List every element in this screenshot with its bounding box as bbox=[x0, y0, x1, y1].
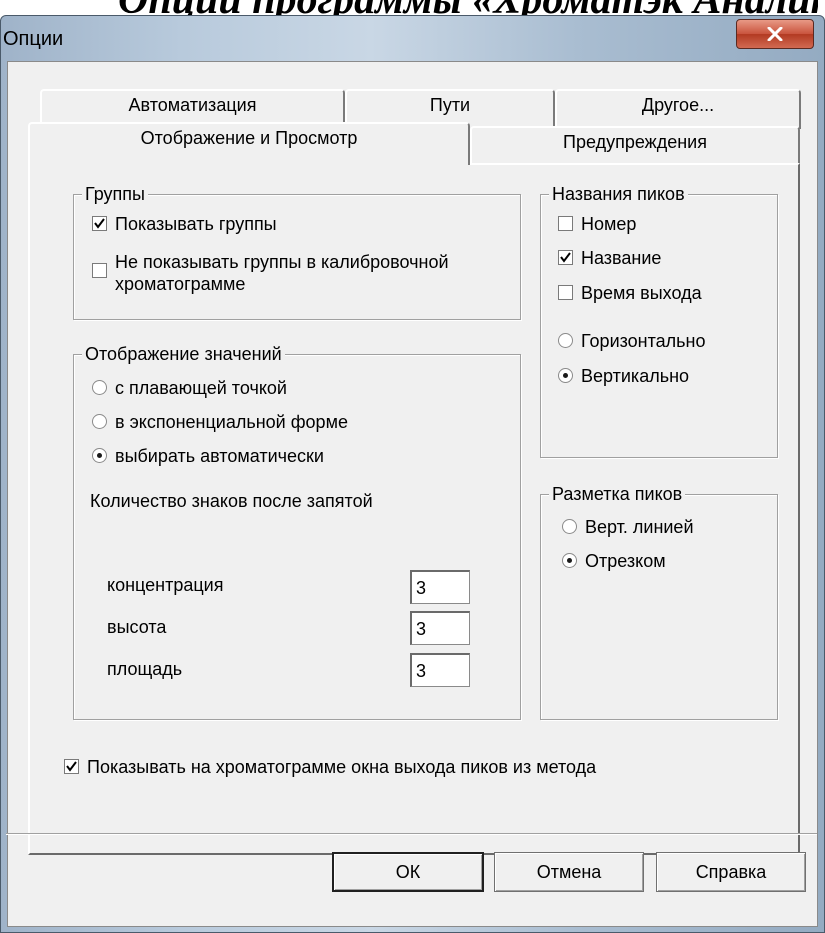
show-groups-checkbox[interactable]: Показывать группы bbox=[92, 214, 277, 235]
help-button[interactable]: Справка bbox=[656, 852, 806, 892]
ok-button[interactable]: ОК bbox=[332, 852, 484, 892]
height-label: высота bbox=[107, 617, 167, 637]
vertical-line-radio[interactable]: Верт. линией bbox=[562, 517, 694, 538]
radio-button[interactable] bbox=[562, 519, 577, 534]
concentration-input[interactable]: 3 bbox=[410, 570, 470, 604]
vertical-radio[interactable]: Вертикально bbox=[558, 366, 689, 387]
radio-label: выбирать автоматически bbox=[115, 446, 324, 466]
radio-label: Вертикально bbox=[581, 366, 690, 386]
radio-label: Отрезком bbox=[585, 551, 666, 571]
checkbox-box[interactable] bbox=[558, 285, 573, 300]
separator bbox=[6, 833, 817, 835]
tab-label: Предупреждения bbox=[563, 132, 707, 152]
floating-point-radio[interactable]: с плавающей точкой bbox=[92, 378, 287, 399]
groupbox-title: Разметка пиков bbox=[549, 483, 686, 505]
segment-radio[interactable]: Отрезком bbox=[562, 551, 666, 572]
decimals-label: Количество знаков после запятой bbox=[90, 491, 373, 511]
checkbox-box[interactable] bbox=[92, 263, 107, 278]
checkmark-icon bbox=[560, 252, 571, 263]
radio-button[interactable] bbox=[92, 380, 107, 395]
peak-number-checkbox[interactable]: Номер bbox=[558, 214, 636, 235]
area-input[interactable]: 3 bbox=[410, 653, 470, 687]
hide-groups-calibration-checkbox[interactable]: Не показывать группы в калибровочной хро… bbox=[92, 251, 475, 295]
cancel-button[interactable]: Отмена bbox=[494, 852, 644, 892]
exponential-radio[interactable]: в экспоненциальной форме bbox=[92, 412, 348, 433]
tab-label: Автоматизация bbox=[128, 95, 257, 115]
checkbox-box[interactable] bbox=[558, 250, 573, 265]
groupbox-title: Названия пиков bbox=[549, 183, 688, 205]
groupbox-title: Группы bbox=[82, 183, 148, 205]
concentration-label: концентрация bbox=[107, 575, 224, 595]
tab-display-and-view[interactable]: Отображение и Просмотр bbox=[28, 122, 470, 165]
dialog-title: Опции bbox=[3, 28, 64, 50]
tab-warnings[interactable]: Предупреждения bbox=[470, 126, 800, 164]
height-input[interactable]: 3 bbox=[410, 611, 470, 645]
area-label: площадь bbox=[107, 659, 183, 679]
checkbox-label: Показывать группы bbox=[115, 214, 277, 234]
checkmark-icon bbox=[94, 218, 105, 229]
radio-button[interactable] bbox=[558, 368, 573, 383]
radio-button[interactable] bbox=[92, 414, 107, 429]
checkbox-label: Номер bbox=[581, 214, 637, 234]
radio-button[interactable] bbox=[562, 553, 577, 568]
peak-name-checkbox[interactable]: Название bbox=[558, 248, 661, 269]
checkbox-label: Показывать на хроматограмме окна выхода … bbox=[87, 757, 597, 777]
close-icon bbox=[767, 27, 783, 41]
tab-label: Отображение и Просмотр bbox=[140, 128, 358, 148]
close-button[interactable] bbox=[736, 19, 814, 49]
radio-label: Горизонтально bbox=[581, 331, 706, 351]
horizontal-radio[interactable]: Горизонтально bbox=[558, 331, 706, 352]
tab-label: Другое... bbox=[641, 95, 715, 115]
auto-select-radio[interactable]: выбирать автоматически bbox=[92, 446, 324, 467]
radio-button[interactable] bbox=[92, 448, 107, 463]
checkbox-box[interactable] bbox=[92, 216, 107, 231]
groupbox-title: Отображение значений bbox=[82, 343, 285, 365]
checkbox-label: Название bbox=[581, 248, 662, 268]
checkmark-icon bbox=[66, 761, 77, 772]
retention-time-checkbox[interactable]: Время выхода bbox=[558, 283, 702, 304]
checkbox-box[interactable] bbox=[558, 216, 573, 231]
radio-label: с плавающей точкой bbox=[115, 378, 287, 398]
radio-label: в экспоненциальной форме bbox=[115, 412, 348, 432]
checkbox-label: Время выхода bbox=[581, 283, 702, 303]
radio-label: Верт. линией bbox=[585, 517, 694, 537]
tab-label: Пути bbox=[429, 95, 471, 115]
radio-button[interactable] bbox=[558, 333, 573, 348]
checkbox-box[interactable] bbox=[64, 759, 79, 774]
show-peak-windows-checkbox[interactable]: Показывать на хроматограмме окна выхода … bbox=[64, 757, 596, 778]
tab-other[interactable]: Другое... bbox=[555, 89, 801, 129]
checkbox-label: Не показывать группы в калибровочной хро… bbox=[115, 252, 449, 294]
